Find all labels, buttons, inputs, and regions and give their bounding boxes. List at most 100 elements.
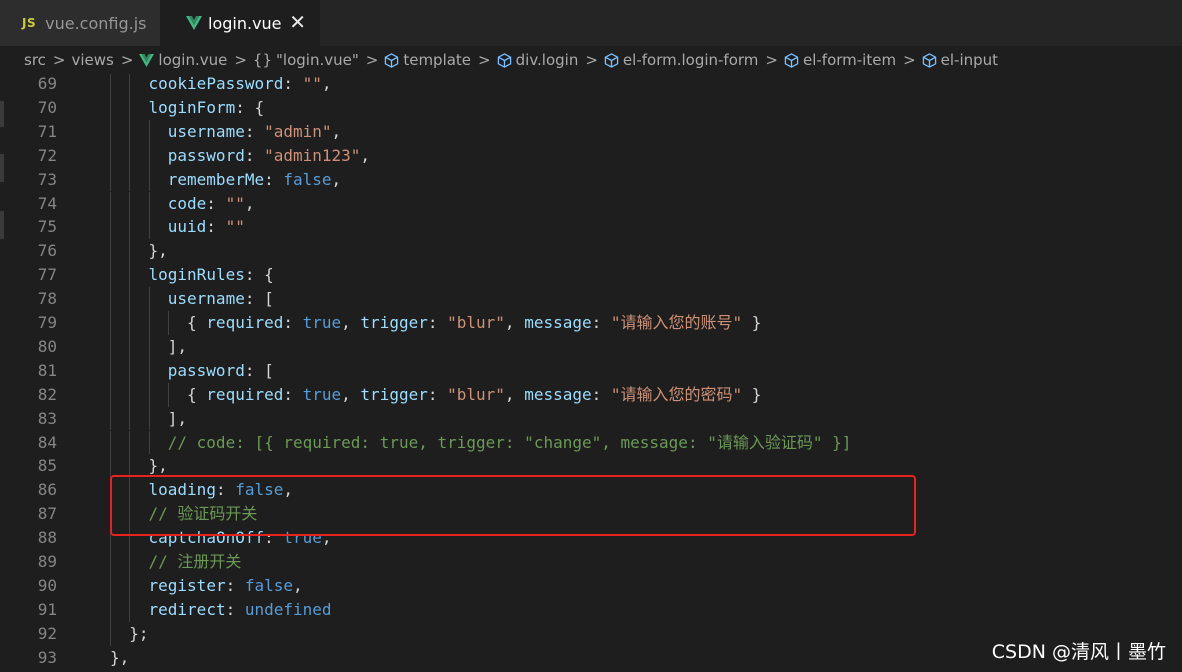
breadcrumb-item[interactable]: views xyxy=(71,51,113,69)
indent-guide xyxy=(110,143,111,168)
line-number: 81 xyxy=(37,360,57,380)
code-token: username xyxy=(167,289,245,309)
code-token: loginRules xyxy=(148,265,245,285)
code-line: 71 username: "admin", xyxy=(0,119,1182,144)
code-text: password: [ xyxy=(168,359,274,383)
chevron-right-icon: > xyxy=(234,51,247,69)
code-token: // 注册开关 xyxy=(148,552,242,571)
code-line: 79 { required: true, trigger: "blur", mes… xyxy=(0,311,1182,335)
code-line: 82 { required: true, trigger: "blur", mes… xyxy=(0,382,1182,407)
breadcrumb-item[interactable]: el-form.login-form xyxy=(604,51,758,69)
code-token: , xyxy=(244,193,255,213)
indent-guide xyxy=(148,191,150,216)
code-text: }, xyxy=(110,646,129,670)
indent-guide xyxy=(110,406,111,431)
indent-guide xyxy=(129,311,131,335)
indent-guide xyxy=(148,311,150,335)
chevron-right-icon: > xyxy=(52,51,66,69)
indent-guide xyxy=(110,311,111,335)
code-token: undefined xyxy=(244,599,332,619)
code-text: password: "admin123", xyxy=(168,144,370,168)
breadcrumb-item[interactable]: login.vue xyxy=(139,51,227,69)
indent-guide xyxy=(110,263,111,288)
code-token: "" xyxy=(225,217,245,237)
code-text: code: "", xyxy=(168,192,255,216)
breadcrumb-item[interactable]: template xyxy=(384,51,471,69)
indent-guide xyxy=(129,191,131,216)
code-text: { required: true, trigger: "blur", messa… xyxy=(187,383,761,407)
code-line: 72 password: "admin123", xyxy=(0,143,1182,168)
line-number: 73 xyxy=(37,169,57,189)
breadcrumb-item[interactable]: {} "login.vue" xyxy=(253,51,359,69)
breadcrumb-label: el-input xyxy=(940,51,999,69)
chevron-right-icon: > xyxy=(585,51,598,69)
breadcrumb-item[interactable]: src xyxy=(24,51,46,69)
indent-guide xyxy=(129,550,131,574)
code-token: "admin123" xyxy=(264,145,361,165)
code-token: password xyxy=(167,145,245,165)
line-number: 93 xyxy=(37,647,57,667)
code-token: "blur" xyxy=(447,384,505,404)
breadcrumb-label: src xyxy=(24,51,46,69)
code-token: }, xyxy=(148,241,168,261)
indent-guide xyxy=(148,334,150,359)
indent-guide xyxy=(148,119,150,144)
line-number: 75 xyxy=(37,217,57,237)
code-text: }, xyxy=(149,239,168,263)
code-line: 69 cookiePassword: "", xyxy=(0,74,1182,96)
breadcrumb-item[interactable]: el-input xyxy=(922,51,998,69)
line-number: 83 xyxy=(37,408,57,428)
line-number: 71 xyxy=(37,121,57,141)
indent-guide xyxy=(148,167,150,192)
tab-login-vue[interactable]: login.vue ✕ xyxy=(160,0,320,46)
code-editor[interactable]: 69 cookiePassword: "", 70 loginForm: {71 use… xyxy=(0,74,1182,672)
cube-icon xyxy=(604,52,619,68)
code-token: , xyxy=(341,313,361,332)
chevron-right-icon: > xyxy=(478,51,491,69)
close-icon[interactable]: ✕ xyxy=(289,11,306,33)
code-line: 90 register: false, xyxy=(0,573,1182,598)
code-line: 77 loginRules: { xyxy=(0,263,1182,288)
code-text: loginRules: { xyxy=(149,263,274,287)
breadcrumb-label: template xyxy=(403,51,472,69)
code-token: : xyxy=(283,384,303,404)
chevron-right-icon: > xyxy=(365,51,379,69)
code-line: 74 code: "", xyxy=(0,191,1182,216)
code-token: , xyxy=(504,313,525,332)
tab-vue-config-js[interactable]: JS vue.config.js xyxy=(0,0,160,46)
indent-guide xyxy=(148,358,150,383)
indent-guide xyxy=(167,382,169,407)
line-number: 74 xyxy=(37,193,57,213)
code-token: false xyxy=(283,169,332,189)
breadcrumb-item[interactable]: el-form-item xyxy=(784,51,896,69)
indent-guide xyxy=(110,119,111,144)
line-number: 80 xyxy=(37,336,57,356)
code-token: username xyxy=(167,121,245,141)
code-token: "" xyxy=(225,193,245,213)
code-token: : xyxy=(591,313,611,332)
indent-guide xyxy=(110,430,111,455)
code-token: }, xyxy=(148,456,168,476)
code-token: : [ xyxy=(244,289,274,309)
code-text: // 注册开关 xyxy=(149,550,242,574)
code-token: uuid xyxy=(167,217,207,237)
code-token: password xyxy=(167,360,245,380)
breadcrumb-label: div.login xyxy=(515,51,579,69)
code-text: register: false, xyxy=(149,574,303,598)
code-token: : xyxy=(264,169,284,189)
indent-guide xyxy=(148,430,150,455)
indent-guide xyxy=(129,143,131,168)
code-token: }, xyxy=(110,647,130,667)
code-token: required xyxy=(206,313,284,332)
code-token: : xyxy=(206,217,226,237)
code-token: , xyxy=(504,384,525,404)
indent-guide xyxy=(110,167,111,192)
line-number: 89 xyxy=(37,552,57,571)
line-number: 78 xyxy=(37,289,57,309)
breadcrumb-item[interactable]: div.login xyxy=(497,51,579,69)
code-token: ], xyxy=(167,336,188,356)
code-text: loginForm: { xyxy=(149,96,265,120)
code-line: 91 redirect: undefined xyxy=(0,597,1182,622)
line-number: 69 xyxy=(37,74,57,93)
code-token: : xyxy=(244,145,265,165)
